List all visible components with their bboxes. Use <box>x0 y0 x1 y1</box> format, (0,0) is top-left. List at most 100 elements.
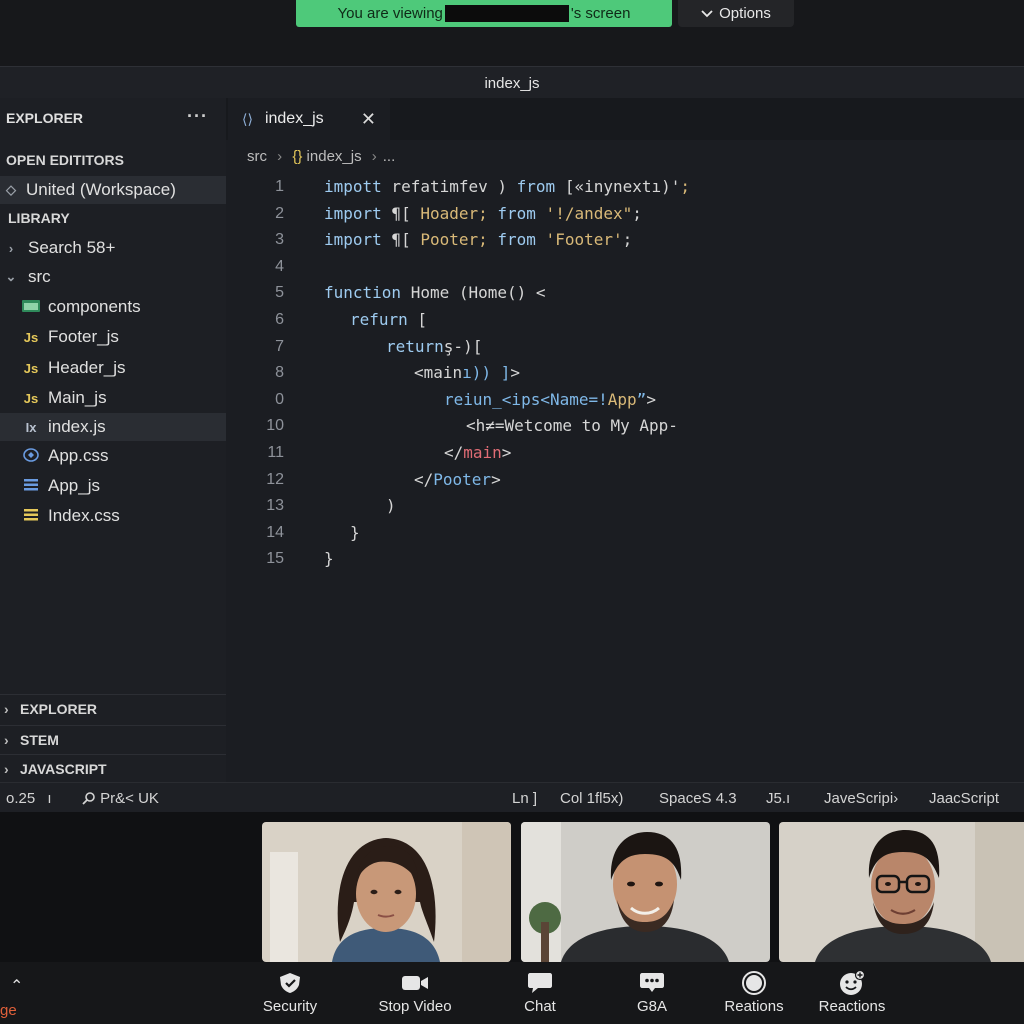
section-label: JAVASCRIPT <box>20 760 107 777</box>
breadcrumb-root[interactable]: src <box>247 148 267 165</box>
record-circle-icon <box>741 968 767 998</box>
status-spaces[interactable]: SpaceS 4.3 <box>659 790 737 807</box>
reations-label: Reations <box>724 998 784 1015</box>
file-item-footer[interactable]: Js Footer_js <box>0 323 226 351</box>
breadcrumb-file[interactable]: index_js <box>307 148 362 165</box>
code-token: '!/andex" <box>535 203 633 223</box>
line-number: 10 <box>266 417 284 435</box>
file-item-index-css[interactable]: Index.css <box>0 502 226 530</box>
search-icon <box>82 790 100 807</box>
file-item-app-js[interactable]: App_js <box>0 472 226 500</box>
reactions-button[interactable]: Reactions <box>816 968 888 1024</box>
code-line[interactable]: 10 <h≠=Wetcome to My App- <box>226 413 1024 439</box>
file-item-app-css[interactable]: App.css <box>0 442 226 470</box>
options-button[interactable]: Options <box>678 0 794 27</box>
code-line[interactable]: 13) <box>226 493 1024 519</box>
code-line[interactable]: 8 <mainı)) ]> <box>226 360 1024 386</box>
code-line[interactable]: 12 </Pooter> <box>226 467 1024 493</box>
js-file-icon: Js <box>23 390 39 406</box>
explorer-section[interactable]: › EXPLORER <box>0 694 226 722</box>
open-editors-label: OPEN EDITITORS <box>6 152 124 168</box>
code-line[interactable]: 1 impott refatimfev ) from [«inynextı)'; <box>226 174 1024 200</box>
file-item-header[interactable]: Js Header_js <box>0 354 226 382</box>
status-language[interactable]: JaveScripi› <box>824 790 898 807</box>
chat-button[interactable]: Chat <box>518 968 562 1024</box>
line-number: 14 <box>266 523 284 541</box>
code-token: ; <box>680 177 691 196</box>
code-line[interactable]: 0 reiun_<ips<Name=!App”> <box>226 387 1024 413</box>
code-token: > <box>501 443 512 462</box>
code-token: App <box>607 389 637 409</box>
security-button[interactable]: Security <box>258 968 322 1024</box>
options-label: Options <box>719 5 771 22</box>
chevron-down-icon <box>701 5 713 22</box>
line-number: 5 <box>275 284 284 302</box>
status-line[interactable]: Ln ] <box>512 790 537 807</box>
file-item-index[interactable]: Ix index.js <box>0 413 226 441</box>
folder-icon <box>20 299 42 315</box>
qa-button[interactable]: G8A <box>630 968 674 1024</box>
file-item-main[interactable]: Js Main_js <box>0 384 226 412</box>
more-actions-icon[interactable]: ··· <box>187 106 208 127</box>
tab-index-js[interactable]: ⟨⟩ index_js ✕ <box>228 98 390 140</box>
stop-video-button[interactable]: Stop Video <box>372 968 458 1024</box>
line-number: 13 <box>266 497 284 515</box>
code-line[interactable]: 6 refurn [ <box>226 307 1024 333</box>
line-number: 6 <box>275 311 284 328</box>
window-titlebar: index_js <box>0 66 1024 100</box>
status-bar: o.25 ı Pr&< UK Ln ] Col 1fl5x) SpaceS 4.… <box>0 782 1024 813</box>
code-token: Home <box>401 283 459 303</box>
code-text: import ¶[ Pooter; from 'Footer'; <box>324 227 632 253</box>
javascript-section[interactable]: › JAVASCRIPT <box>0 754 226 782</box>
chevron-right-icon: › <box>4 700 9 717</box>
code-token: Hoader; <box>420 203 498 223</box>
participant-video-tile[interactable] <box>262 822 511 962</box>
status-language-mode[interactable]: JaacScript <box>929 790 999 807</box>
code-line[interactable]: 14} <box>226 520 1024 546</box>
code-line[interactable]: 4 <box>226 254 1024 280</box>
code-text: </main> <box>444 440 511 466</box>
stem-section[interactable]: › STEM <box>0 725 226 753</box>
participant-video-strip <box>0 812 1024 962</box>
status-column[interactable]: Col 1fl5x) <box>560 790 623 807</box>
code-line[interactable]: 11 </main> <box>226 440 1024 466</box>
section-label: EXPLORER <box>20 700 98 717</box>
code-token: ; <box>632 203 642 223</box>
workspace-item[interactable]: ◇ United (Workspace) <box>0 176 226 204</box>
file-label: Footer_js <box>48 327 119 346</box>
code-text: refurn [ <box>350 307 427 333</box>
breadcrumb-tail: ... <box>382 148 396 165</box>
status-encoding[interactable]: J5.ı <box>766 790 790 807</box>
code-token: import <box>324 203 382 223</box>
participant-video-tile[interactable] <box>521 822 770 962</box>
code-line[interactable]: 15} <box>226 546 1024 572</box>
close-icon[interactable]: ✕ <box>361 109 376 130</box>
workspace-label: United (Workspace) <box>26 180 176 199</box>
participant-video-tile[interactable] <box>779 822 1024 962</box>
code-line[interactable]: 7 returnş-)[ <box>226 334 1024 360</box>
status-position[interactable]: o.25 ı <box>6 790 52 807</box>
stack-file-icon <box>20 478 42 495</box>
chevron-right-icon: › <box>4 731 9 748</box>
code-token: ; <box>622 230 633 250</box>
code-text: returnş-)[ <box>386 334 482 360</box>
code-line[interactable]: 3 import ¶[ Pooter; from 'Footer'; <box>226 227 1024 253</box>
code-line[interactable]: 2 import ¶[ Hoader; from '!/andex"; <box>226 201 1024 227</box>
qa-label: G8A <box>636 998 667 1015</box>
search-label: Search 58+ <box>28 238 116 257</box>
line-number: 8 <box>275 364 284 382</box>
chevron-up-icon[interactable]: ⌃ <box>10 976 23 996</box>
open-editors-section[interactable]: OPEN EDITITORS <box>0 146 226 174</box>
reations-button[interactable]: Reations <box>722 968 786 1024</box>
code-line[interactable]: 5 function Home (Home() < <box>226 280 1024 306</box>
library-label: LIBRARY <box>8 210 70 226</box>
status-problems[interactable]: Pr&< UK <box>82 790 159 807</box>
src-folder[interactable]: ⌄ src <box>0 263 226 291</box>
library-section[interactable]: LIBRARY <box>0 204 226 232</box>
redacted-name <box>444 5 569 22</box>
file-item-components[interactable]: components <box>0 293 226 321</box>
js-file-icon: Js <box>23 360 39 376</box>
file-icon: ⟨⟩ <box>242 110 253 127</box>
braces-icon: {} <box>292 148 303 165</box>
search-item[interactable]: › Search 58+ <box>0 234 226 262</box>
